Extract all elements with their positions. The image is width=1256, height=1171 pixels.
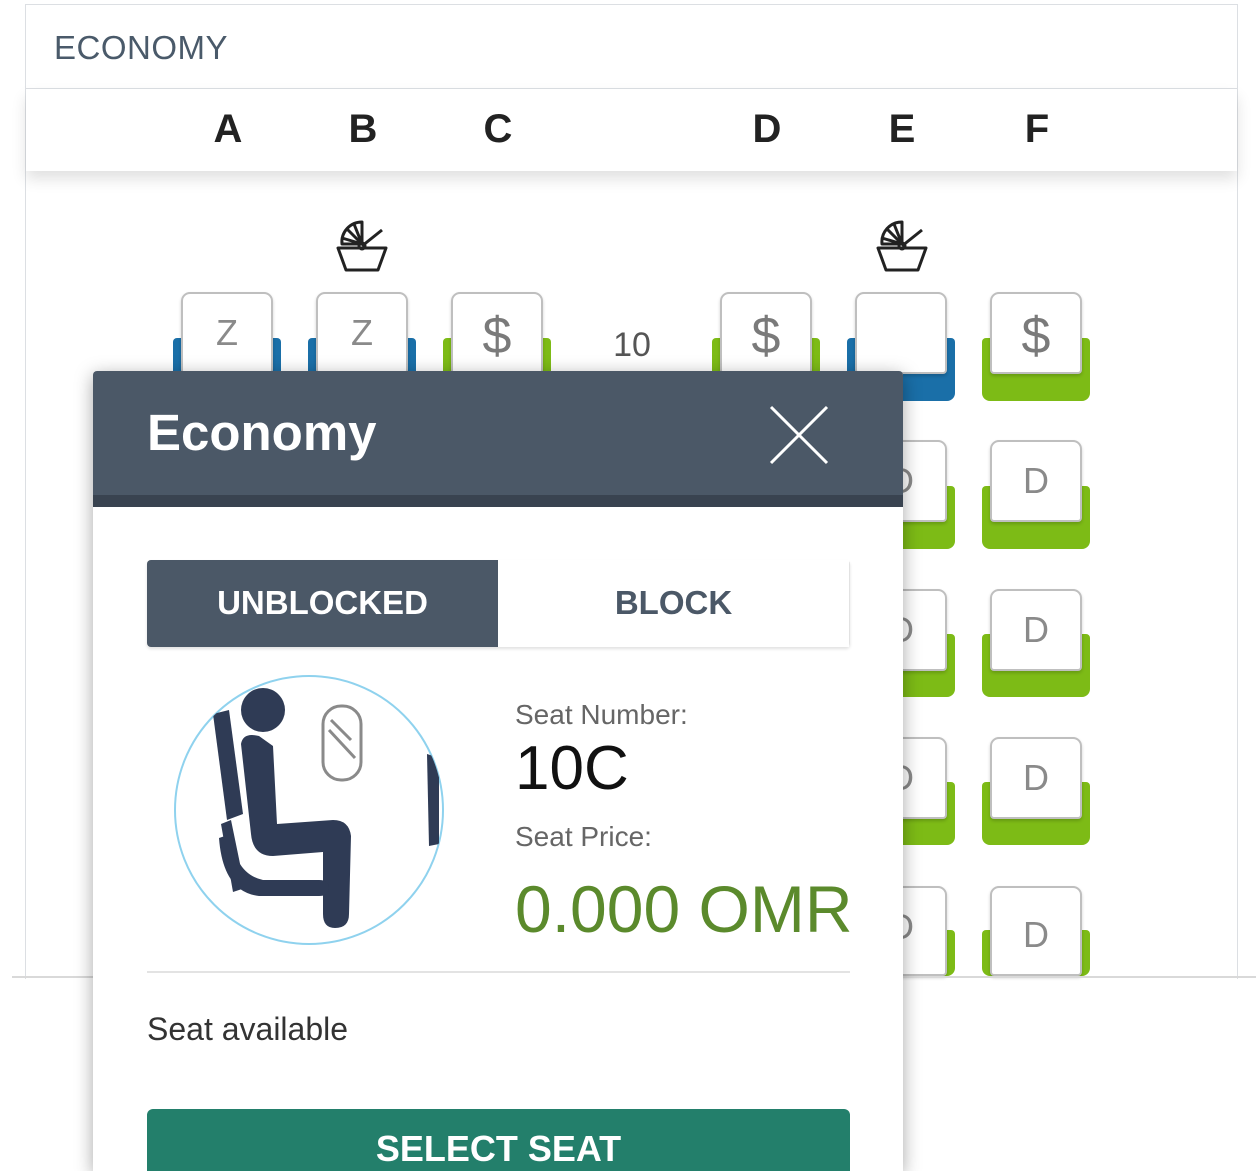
seat-status-text: Seat available xyxy=(147,1011,349,1047)
seat-10d[interactable]: $ xyxy=(720,292,812,374)
close-icon[interactable] xyxy=(767,403,831,467)
select-seat-button[interactable]: SELECT SEAT xyxy=(147,1109,850,1171)
seat-10a[interactable]: Z xyxy=(181,292,273,374)
seat-10c[interactable]: $ xyxy=(451,292,543,374)
seat-12f[interactable]: D xyxy=(990,589,1082,671)
column-label-a: A xyxy=(213,107,243,151)
seat-price-value: 0.000 OMR xyxy=(515,872,853,946)
column-header-bar: A B C D E F xyxy=(26,89,1237,171)
seated-passenger-icon xyxy=(174,675,444,945)
column-label-e: E xyxy=(888,107,916,151)
bassinet-icon xyxy=(336,220,388,272)
column-label-f: F xyxy=(1024,107,1050,151)
block-button[interactable]: BLOCK xyxy=(498,560,849,647)
cabin-title: ECONOMY xyxy=(26,5,1237,89)
seat-11f[interactable]: D xyxy=(990,440,1082,522)
unblocked-button[interactable]: UNBLOCKED xyxy=(147,560,498,647)
seat-number-value: 10C xyxy=(515,734,629,803)
column-label-b: B xyxy=(348,107,378,151)
popup-title: Economy xyxy=(147,404,377,461)
seat-details-popup: Economy UNBLOCKED BLOCK Seat Number: 10C… xyxy=(93,371,903,1171)
block-toggle: UNBLOCKED BLOCK xyxy=(147,560,850,647)
seat-10e[interactable] xyxy=(855,292,947,374)
bassinet-icon xyxy=(876,220,928,272)
row-number: 10 xyxy=(613,326,651,364)
seat-number-label: Seat Number: xyxy=(515,699,688,730)
popup-header: Economy xyxy=(93,371,903,507)
seat-price-label: Seat Price: xyxy=(515,821,652,852)
seat-13f[interactable]: D xyxy=(990,737,1082,819)
seat-10f[interactable]: $ xyxy=(990,292,1082,374)
column-label-d: D xyxy=(752,107,782,151)
popup-divider xyxy=(147,971,850,973)
column-label-c: C xyxy=(483,107,513,151)
seat-14f[interactable]: D xyxy=(990,886,1082,976)
seat-10b[interactable]: Z xyxy=(316,292,408,374)
